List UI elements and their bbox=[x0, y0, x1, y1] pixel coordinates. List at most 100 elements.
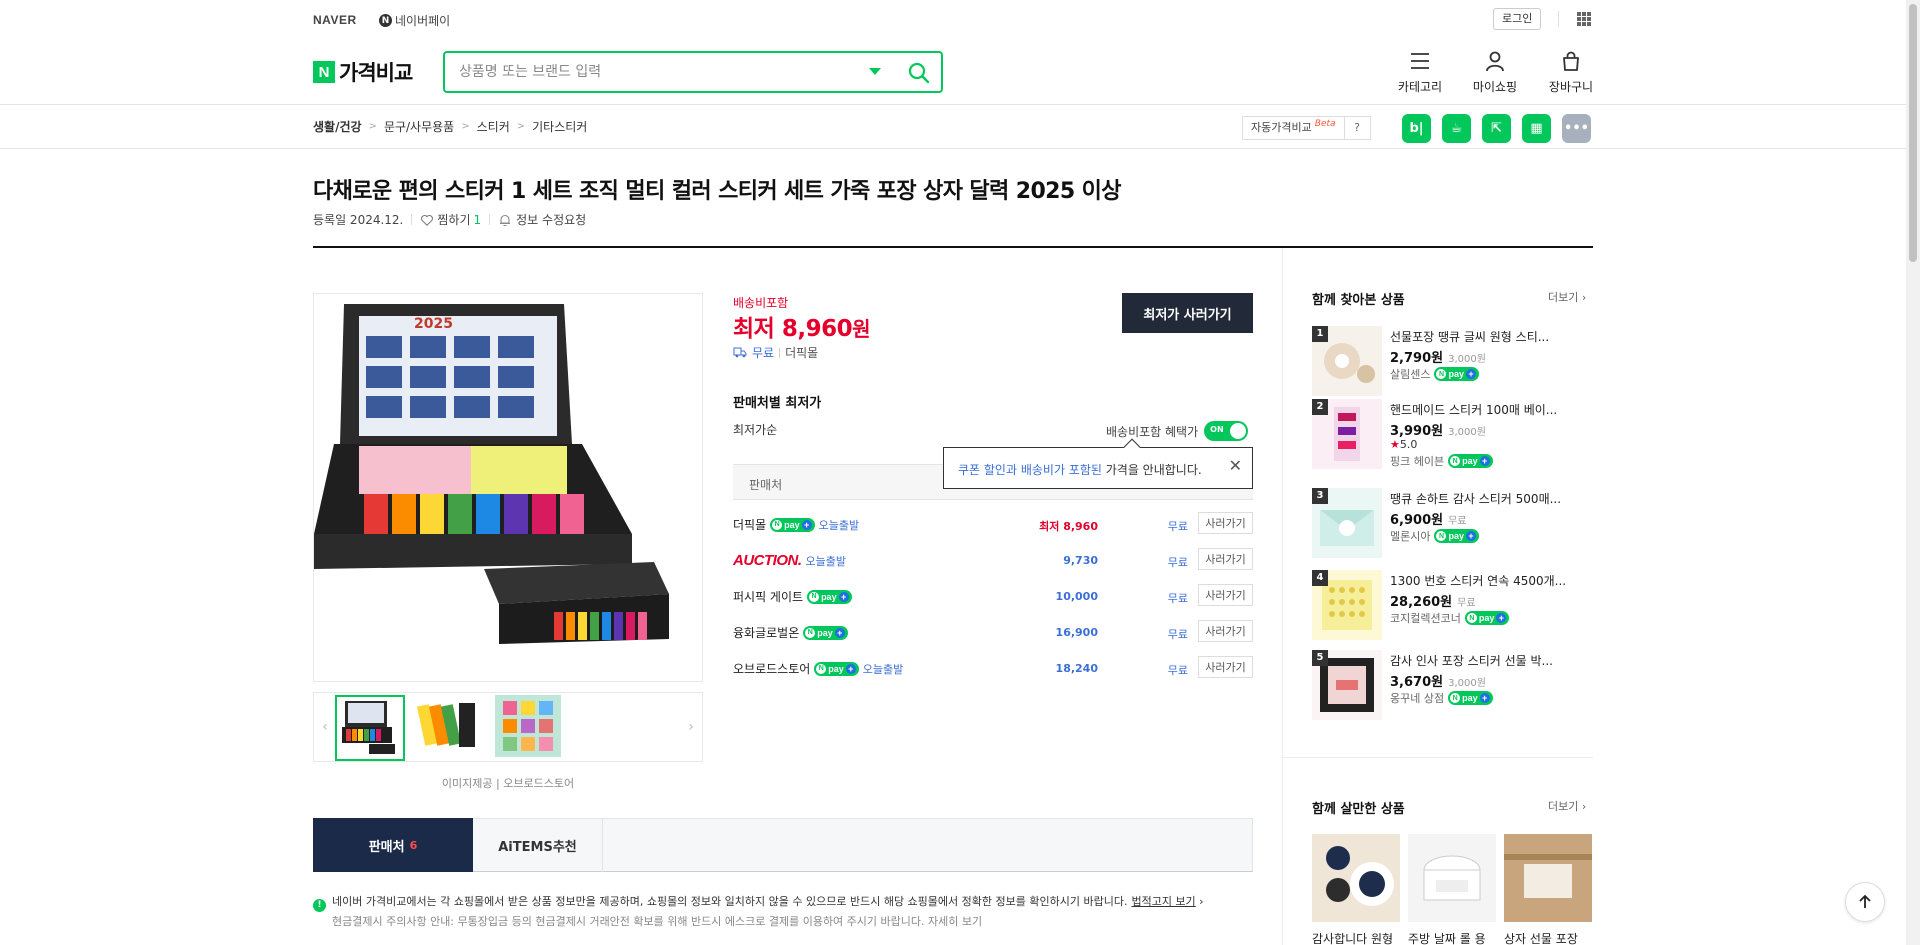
npay-badge: Npay + bbox=[1434, 529, 1479, 543]
menu-icon bbox=[1411, 53, 1429, 69]
npay-label: pay bbox=[1462, 693, 1478, 703]
rank-badge: 3 bbox=[1312, 488, 1328, 504]
recommended-item[interactable]: 5 감사 인사 포장 스티커 선물 박... 3,670원 3,000원 옹꾸네 … bbox=[1312, 650, 1602, 720]
recommended-item-seller-row: 멜론시아 Npay + bbox=[1390, 528, 1479, 544]
recommended-item-rating-row: ★5.0 bbox=[1390, 438, 1417, 451]
tab-sellers-count: 6 bbox=[409, 838, 418, 852]
thumb-next-icon[interactable]: › bbox=[680, 693, 702, 761]
bought-item-name[interactable]: 감사합니다 원형 bbox=[1312, 930, 1400, 945]
today-shipping: 오늘출발 bbox=[862, 662, 904, 676]
breadcrumb-item[interactable]: 문구/사무용품 bbox=[384, 118, 454, 135]
thumb-prev-icon[interactable]: ‹ bbox=[314, 693, 336, 761]
recommended-item[interactable]: 2 핸드메이드 스티커 100매 베이... 3,990원 3,000원 ★5.0… bbox=[1312, 399, 1602, 469]
today-shipping: 오늘출발 bbox=[818, 518, 860, 532]
tab-sellers[interactable]: 판매처 6 bbox=[313, 818, 473, 872]
recommended-item-shipping: 무료 bbox=[1457, 598, 1476, 609]
product-main-image[interactable]: 2025 bbox=[313, 293, 703, 682]
recommended-item-price-row: 3,670원 3,000원 bbox=[1390, 671, 1486, 690]
tab-aitems[interactable]: AiTEMS추천 bbox=[473, 818, 603, 872]
cafe-share-button[interactable]: ☕ bbox=[1442, 114, 1471, 143]
apps-grid-icon[interactable] bbox=[1577, 12, 1591, 26]
page-scrollbar[interactable] bbox=[1906, 0, 1920, 945]
help-button[interactable]: ? bbox=[1343, 117, 1370, 139]
recommended-item[interactable]: 4 1300 번호 스티커 연속 4500개... 28,260원 무료 코지컬렉… bbox=[1312, 570, 1602, 640]
blog-share-button[interactable]: b| bbox=[1402, 114, 1431, 143]
bought-item-name[interactable]: 상자 선물 포장 bbox=[1504, 930, 1592, 945]
talk-share-button[interactable]: ⇱ bbox=[1482, 114, 1511, 143]
currency-unit: 원 bbox=[852, 317, 871, 341]
cart-button[interactable]: 장바구니 bbox=[1541, 50, 1601, 95]
thumbnail-image bbox=[415, 695, 481, 757]
sort-lowest-price[interactable]: 최저가순 bbox=[733, 421, 777, 438]
legal-notice-link[interactable]: 법적고지 보기 bbox=[1131, 895, 1195, 908]
login-button[interactable]: 로그인 bbox=[1493, 8, 1542, 30]
lowest-price-shop[interactable]: 더픽몰 bbox=[785, 344, 818, 361]
lowest-price-shipping: 무료 더픽몰 bbox=[733, 344, 818, 361]
seller-buy-button[interactable]: 사러가기 bbox=[1198, 512, 1253, 534]
band-share-button[interactable]: ▦ bbox=[1522, 114, 1551, 143]
npay-label: pay bbox=[1478, 613, 1495, 623]
recommended-item-image: 4 bbox=[1312, 570, 1382, 640]
recommended-item[interactable]: 1 선물포장 땡큐 글씨 원형 스티... 2,790원 3,000원 살림센스 N… bbox=[1312, 326, 1602, 396]
beta-badge: Beta bbox=[1314, 119, 1336, 129]
seller-shipping: 무료 bbox=[1167, 664, 1188, 677]
seller-name[interactable]: 융화글로벌온 bbox=[733, 624, 799, 641]
label-roll-image bbox=[1408, 834, 1496, 922]
arrow-up-icon bbox=[1859, 894, 1871, 908]
seller-buy-button[interactable]: 사러가기 bbox=[1198, 584, 1253, 606]
rank-badge: 4 bbox=[1312, 570, 1328, 586]
box-sticker-image bbox=[1504, 834, 1592, 922]
thumbnail-1[interactable] bbox=[335, 695, 405, 761]
tooltip-highlight: 쿠폰 할인과 배송비가 포함된 bbox=[958, 463, 1102, 477]
search-bar bbox=[443, 51, 943, 93]
benefit-price-label: 배송비포함 혜택가 bbox=[1106, 424, 1199, 439]
wishlist-button[interactable]: 찜하기 1 bbox=[420, 211, 481, 228]
more-share-button[interactable]: ••• bbox=[1562, 114, 1591, 143]
npay-label: pay bbox=[817, 627, 833, 638]
thumbnail-2[interactable] bbox=[415, 695, 485, 761]
seller-buy-button[interactable]: 사러가기 bbox=[1198, 620, 1253, 642]
category-button[interactable]: 카테고리 bbox=[1390, 50, 1450, 95]
breadcrumb-item[interactable]: 기타스티커 bbox=[532, 118, 587, 135]
report-button[interactable]: 정보 수정요청 bbox=[498, 211, 586, 228]
seller-name[interactable]: 오브로드스토어 bbox=[733, 660, 810, 677]
breadcrumb: 생활/건강 > 문구/사무용품 > 스티커 > 기타스티커 bbox=[313, 118, 587, 135]
recommended-item-name: 선물포장 땡큐 글씨 원형 스티... bbox=[1390, 330, 1550, 344]
bought-item-image[interactable] bbox=[1504, 834, 1592, 922]
scroll-to-top-button[interactable] bbox=[1845, 882, 1885, 922]
seller-buy-button[interactable]: 사러가기 bbox=[1198, 548, 1253, 570]
viewed-more-link[interactable]: 더보기 › bbox=[1548, 289, 1586, 305]
bought-item-image[interactable] bbox=[1312, 834, 1400, 922]
naver-pay-link[interactable]: N 네이버페이 bbox=[379, 12, 450, 29]
npay-badge: Npay + bbox=[1464, 611, 1510, 625]
auto-price-button[interactable]: 자동가격비교 Beta bbox=[1243, 117, 1344, 139]
buy-lowest-button[interactable]: 최저가 사러가기 bbox=[1122, 293, 1253, 333]
scrollbar-thumb[interactable] bbox=[1909, 4, 1917, 262]
price-compare-logo[interactable]: N 가격비교 bbox=[313, 57, 413, 87]
bought-item-image[interactable] bbox=[1408, 834, 1496, 922]
breadcrumb-divider bbox=[0, 148, 1920, 149]
breadcrumb-item[interactable]: 스티커 bbox=[477, 118, 510, 135]
bought-item-name[interactable]: 주방 날짜 롤 용 bbox=[1408, 930, 1496, 945]
search-dropdown-icon[interactable] bbox=[869, 68, 881, 75]
info-icon: ! bbox=[313, 898, 326, 912]
bought-more-link[interactable]: 더보기 › bbox=[1548, 798, 1586, 814]
search-icon[interactable] bbox=[907, 61, 931, 85]
benefit-price-toggle[interactable]: ON bbox=[1204, 421, 1249, 441]
my-shopping-button[interactable]: 마이쇼핑 bbox=[1465, 50, 1525, 95]
seller-name[interactable]: 더픽몰 bbox=[733, 516, 766, 533]
seller-buy-button[interactable]: 사러가기 bbox=[1198, 656, 1253, 678]
recommended-item-price: 6,900원 bbox=[1390, 513, 1444, 528]
auction-logo[interactable]: AUCTION. bbox=[733, 552, 802, 569]
naver-logo[interactable]: NAVER bbox=[313, 13, 357, 27]
seller-name[interactable]: 퍼시픽 게이트 bbox=[733, 588, 803, 605]
wishlist-count: 1 bbox=[473, 212, 482, 227]
recommended-item-image: 1 bbox=[1312, 326, 1382, 396]
recommended-item-price-row: 2,790원 3,000원 bbox=[1390, 347, 1486, 366]
search-input[interactable] bbox=[459, 62, 859, 82]
close-icon[interactable]: ✕ bbox=[1229, 458, 1242, 474]
thumbnail-3[interactable] bbox=[495, 695, 565, 761]
top-divider bbox=[1558, 11, 1559, 27]
recommended-item[interactable]: 3 땡큐 손하트 감사 스티커 500매... 6,900원 무료 멜론시아 Npa… bbox=[1312, 488, 1602, 558]
breadcrumb-item[interactable]: 생활/건강 bbox=[313, 118, 362, 135]
